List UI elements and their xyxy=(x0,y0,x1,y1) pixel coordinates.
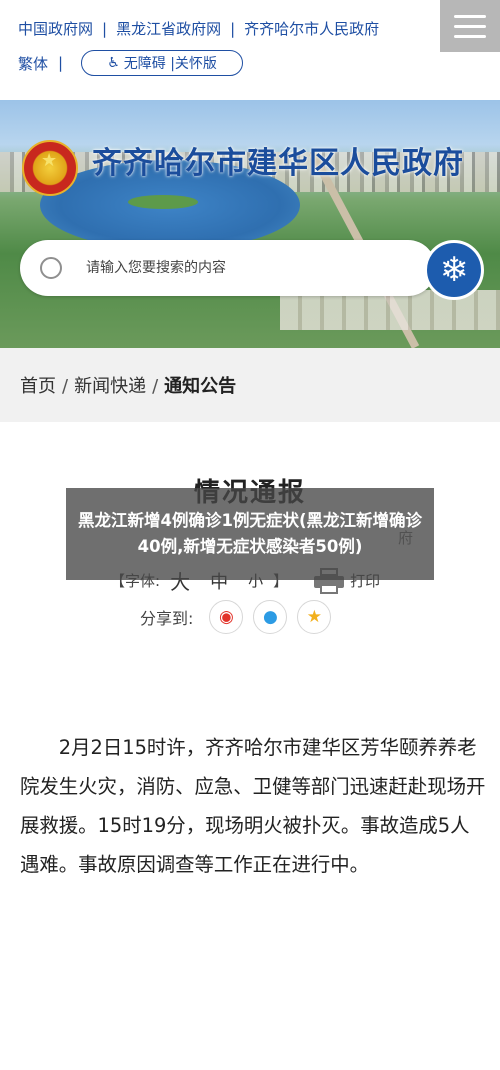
hamburger-icon xyxy=(454,14,486,18)
qq-icon[interactable]: ● xyxy=(253,600,288,634)
search-ring-icon xyxy=(40,257,62,279)
overlay-caption: 黑龙江新增4例确诊1例无症状(黑龙江新增确诊40例,新增无症状感染者50例) xyxy=(66,488,434,580)
gov-links: 中国政府网 | 黑龙江省政府网 | 齐齐哈尔市人民政府 xyxy=(18,18,379,39)
banner: 齐齐哈尔市建华区人民政府 ❄ xyxy=(0,100,500,348)
national-emblem-icon xyxy=(22,140,78,196)
share-row: 分享到: ◉ ● ★ xyxy=(140,600,341,634)
menu-button[interactable] xyxy=(440,0,500,52)
accessibility-row: 繁体 | ♿ 无障碍 |关怀版 xyxy=(18,50,244,76)
link-province-gov[interactable]: 黑龙江省政府网 xyxy=(116,18,221,39)
breadcrumb: 首页 / 新闻快递 / 通知公告 xyxy=(0,348,500,422)
breadcrumb-current[interactable]: 通知公告 xyxy=(164,376,236,397)
share-label: 分享到: xyxy=(140,609,194,628)
article-body: 2月2日15时许，齐齐哈尔市建华区芳华颐养养老院发生火灾，消防、应急、卫健等部门… xyxy=(20,736,486,876)
search-bar[interactable] xyxy=(20,240,436,296)
breadcrumb-separator: / xyxy=(152,376,159,397)
traditional-chinese-link[interactable]: 繁体 xyxy=(18,53,48,74)
breadcrumb-news[interactable]: 新闻快递 xyxy=(74,376,146,397)
link-separator: | xyxy=(230,20,236,38)
accessibility-button[interactable]: ♿ 无障碍 |关怀版 xyxy=(81,50,244,76)
snowflake-search-button[interactable]: ❄ xyxy=(424,240,484,300)
link-separator: | xyxy=(102,20,108,38)
breadcrumb-separator: / xyxy=(62,376,69,397)
snowflake-icon: ❄ xyxy=(439,250,469,290)
wheelchair-icon: ♿ xyxy=(107,55,120,71)
accessibility-label: 无障碍 |关怀版 xyxy=(123,56,217,72)
weibo-icon[interactable]: ◉ xyxy=(209,600,244,634)
link-city-gov[interactable]: 齐齐哈尔市人民政府 xyxy=(244,18,379,39)
row-separator: | xyxy=(58,54,64,72)
site-title: 齐齐哈尔市建华区人民政府 xyxy=(92,146,464,181)
qzone-icon[interactable]: ★ xyxy=(297,600,332,634)
link-central-gov[interactable]: 中国政府网 xyxy=(18,18,93,39)
banner-island xyxy=(128,195,198,209)
top-bar: 中国政府网 | 黑龙江省政府网 | 齐齐哈尔市人民政府 繁体 | ♿ 无障碍 |关怀版 xyxy=(0,0,500,100)
breadcrumb-home[interactable]: 首页 xyxy=(20,376,56,397)
search-input[interactable] xyxy=(84,259,388,277)
